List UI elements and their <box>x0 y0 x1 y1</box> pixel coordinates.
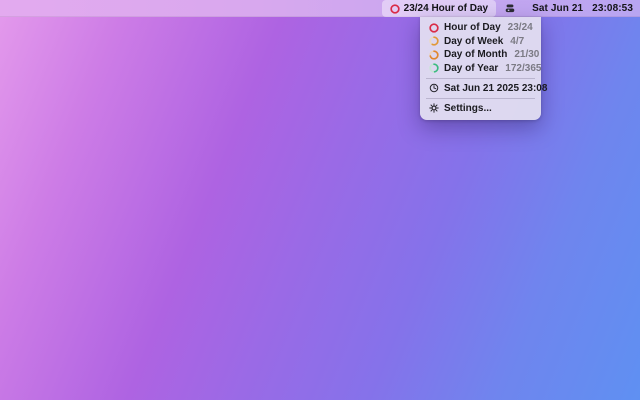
menu-item-day-of-month[interactable]: Day of Month 21/30 <box>420 48 541 62</box>
clock-time: 23:08:53 <box>592 3 633 14</box>
menubar-item-stacks[interactable] <box>496 0 524 17</box>
menu-item-label: Day of Week <box>444 35 504 47</box>
menu-item-settings[interactable]: Settings... <box>420 101 541 115</box>
menu-bar: 23/24 Hour of Day Sat Jun 21 23:08:53 <box>0 0 640 17</box>
menu-item-value: 4/7 <box>510 35 525 47</box>
progress-ring-icon <box>389 3 400 14</box>
menu-item-label: Sat Jun 21 2025 23:08 <box>444 82 548 94</box>
menu-item-value: 21/30 <box>514 49 540 61</box>
menu-bar-right-cluster: 23/24 Hour of Day Sat Jun 21 23:08:53 <box>381 0 640 17</box>
menu-separator <box>426 77 535 79</box>
progress-ring-icon <box>429 36 439 46</box>
progress-ring-icon <box>429 50 439 60</box>
menu-separator <box>426 97 535 99</box>
clock-icon <box>429 83 439 93</box>
menu-item-value: 23/24 <box>507 22 533 34</box>
stacked-discs-icon <box>505 4 515 13</box>
gear-icon <box>429 103 439 113</box>
menu-item-datetime[interactable]: Sat Jun 21 2025 23:08 <box>420 81 547 95</box>
menubar-clock[interactable]: Sat Jun 21 23:08:53 <box>524 0 640 17</box>
menu-item-label: Day of Year <box>444 62 499 74</box>
menu-item-day-of-year[interactable]: Day of Year 172/365 <box>420 62 541 76</box>
menubar-item-label: 23/24 Hour of Day <box>403 3 489 14</box>
hour-of-day-dropdown-menu: Hour of Day 23/24 Day of Week 4/7 Day of… <box>420 17 547 120</box>
progress-ring-icon <box>429 23 439 33</box>
menu-item-label: Hour of Day <box>444 22 501 34</box>
menu-item-day-of-week[interactable]: Day of Week 4/7 <box>420 35 541 49</box>
progress-ring-icon <box>429 63 439 73</box>
clock-date: Sat Jun 21 <box>532 3 584 14</box>
menu-item-label: Settings... <box>444 102 492 114</box>
menu-item-label: Day of Month <box>444 49 508 61</box>
menu-item-value: 172/365 <box>505 62 542 74</box>
menu-item-hour-of-day[interactable]: Hour of Day 23/24 <box>420 21 541 35</box>
menubar-item-hour-of-day[interactable]: 23/24 Hour of Day <box>381 0 497 17</box>
